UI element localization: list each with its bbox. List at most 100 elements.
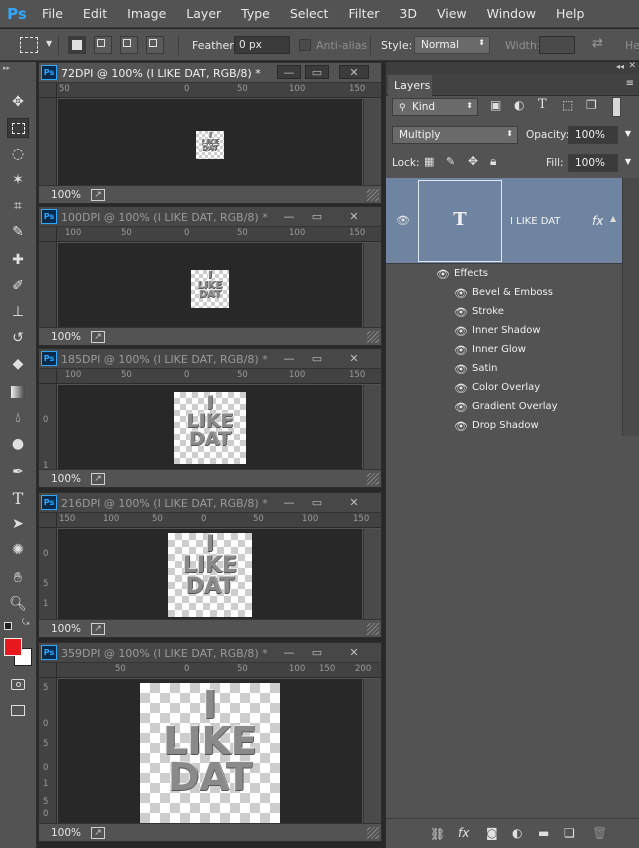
filter-toggle-switch[interactable] [612, 97, 621, 117]
horizontal-ruler[interactable]: 100 50 0 50 100 150 [57, 227, 381, 242]
vertical-scrollbar[interactable] [363, 99, 381, 185]
quick-mask-icon[interactable] [7, 674, 29, 694]
type-filter-icon[interactable]: T [538, 97, 547, 112]
document-titlebar[interactable]: Ps 100DPI @ 100% (I LIKE DAT, RGB/8) * —… [39, 207, 381, 227]
maximize-icon[interactable]: ▭ [305, 209, 329, 223]
vertical-ruler[interactable] [39, 227, 57, 329]
style-select[interactable]: Normal ⬍ [414, 36, 490, 54]
maximize-icon[interactable]: ▭ [305, 351, 329, 365]
fx-icon[interactable]: fx [592, 214, 603, 228]
share-icon[interactable]: ↗ [91, 473, 105, 485]
custom-shape-tool-icon[interactable]: ✺ [7, 540, 29, 560]
intersect-selection-button[interactable] [146, 36, 164, 54]
default-colors-icon[interactable] [4, 622, 12, 630]
effect-row[interactable]: 👁︎ Inner Shadow [386, 322, 622, 341]
menu-file[interactable]: File [32, 6, 73, 21]
clone-stamp-tool-icon[interactable]: ⊥ [7, 302, 29, 322]
link-layers-icon[interactable]: ⛓ [430, 827, 445, 841]
menu-help[interactable]: Help [546, 6, 595, 21]
marquee-tool-icon[interactable] [7, 118, 29, 138]
document-titlebar[interactable]: Ps 359DPI @ 100% (I LIKE DAT, RGB/8) * —… [39, 643, 381, 663]
canvas[interactable]: I LIKE DAT [58, 529, 362, 619]
move-tool-icon[interactable]: ✥ [7, 92, 29, 112]
new-layer-icon[interactable]: ❏ [564, 826, 575, 840]
minimize-icon[interactable]: — [277, 645, 301, 659]
vertical-ruler[interactable]: 0 1 [39, 369, 57, 471]
add-style-icon[interactable]: fx [458, 826, 469, 840]
tab-layers[interactable]: Layers [388, 75, 432, 96]
marquee-preset-icon[interactable] [20, 37, 38, 53]
horizontal-ruler[interactable]: 100 50 0 50 100 150 [57, 369, 381, 384]
document-titlebar[interactable]: Ps 216DPI @ 100% (I LIKE DAT, RGB/8) * —… [39, 493, 381, 513]
chevron-down-icon[interactable]: ▼ [46, 39, 52, 48]
effect-row[interactable]: 👁︎ Gradient Overlay [386, 398, 622, 417]
share-icon[interactable]: ↗ [91, 623, 105, 635]
menu-layer[interactable]: Layer [176, 6, 231, 21]
effect-row[interactable]: 👁︎ Satin [386, 360, 622, 379]
swap-colors-icon[interactable]: ⤿ [22, 618, 30, 628]
brush-tool-icon[interactable]: ✐ [7, 276, 29, 296]
resize-grip-icon[interactable] [367, 827, 379, 839]
blend-mode-select[interactable]: Multiply ⬍ [392, 126, 518, 144]
crop-tool-icon[interactable]: ⌗ [7, 196, 29, 216]
panel-close-icon[interactable]: ✕ [628, 61, 636, 71]
share-icon[interactable]: ↗ [91, 331, 105, 343]
document-window-216dpi[interactable]: Ps 216DPI @ 100% (I LIKE DAT, RGB/8) * —… [38, 492, 382, 638]
maximize-icon[interactable]: ▭ [305, 65, 329, 79]
vertical-ruler[interactable]: 5 0 5 0 1 5 0 [39, 663, 57, 825]
document-titlebar[interactable]: Ps 185DPI @ 100% (I LIKE DAT, RGB/8) * —… [39, 349, 381, 369]
close-icon[interactable]: ✕ [339, 209, 369, 223]
layers-scrollbar[interactable] [622, 178, 639, 436]
feather-input[interactable]: 0 px [234, 36, 290, 54]
minimize-icon[interactable]: — [277, 351, 301, 365]
minimize-icon[interactable]: — [277, 495, 301, 509]
canvas[interactable]: I LIKE DAT [58, 385, 362, 469]
menu-type[interactable]: Type [231, 6, 280, 21]
menu-view[interactable]: View [427, 6, 477, 21]
menu-edit[interactable]: Edit [73, 6, 117, 21]
add-selection-button[interactable] [94, 36, 112, 54]
add-mask-icon[interactable]: ◙ [486, 826, 498, 840]
menu-window[interactable]: Window [477, 6, 546, 21]
visibility-eye-icon[interactable]: 👁︎ [454, 382, 468, 395]
visibility-eye-icon[interactable]: 👁︎ [454, 344, 468, 357]
adjustment-filter-icon[interactable]: ◐ [514, 98, 524, 112]
visibility-eye-icon[interactable]: 👁︎ [454, 401, 468, 414]
layer-row-selected[interactable]: 👁︎ T I LIKE DAT fx ▲ [386, 178, 622, 264]
effect-row[interactable]: 👁︎ Color Overlay [386, 379, 622, 398]
zoom-level[interactable]: 100% [51, 331, 81, 343]
eyedropper-tool-icon[interactable]: ✎ [7, 222, 29, 242]
adjustment-layer-icon[interactable]: ◐ [512, 826, 522, 840]
pen-tool-icon[interactable]: ✒ [7, 462, 29, 482]
resize-grip-icon[interactable] [367, 189, 379, 201]
resize-grip-icon[interactable] [367, 331, 379, 343]
menu-filter[interactable]: Filter [338, 6, 389, 21]
zoom-level[interactable]: 100% [51, 827, 81, 839]
zoom-tool-icon[interactable]: 🔍︎ [7, 594, 29, 614]
share-icon[interactable]: ↗ [91, 827, 105, 839]
maximize-icon[interactable]: ▭ [305, 495, 329, 509]
effect-row[interactable]: 👁︎ Drop Shadow [386, 417, 622, 436]
eraser-tool-icon[interactable]: ◆ [7, 354, 29, 374]
menu-image[interactable]: Image [117, 6, 176, 21]
visibility-eye-icon[interactable]: 👁︎ [436, 268, 450, 281]
visibility-eye-icon[interactable]: 👁︎ [454, 287, 468, 300]
chevron-down-icon[interactable]: ▼ [625, 157, 631, 166]
vertical-scrollbar[interactable] [363, 529, 381, 619]
document-window-100dpi[interactable]: Ps 100DPI @ 100% (I LIKE DAT, RGB/8) * —… [38, 206, 382, 346]
vertical-ruler[interactable] [39, 83, 57, 185]
horizontal-ruler[interactable]: 50 0 50 100 150 200 [57, 663, 381, 678]
vertical-ruler[interactable]: 0 5 1 [39, 513, 57, 621]
swap-icon[interactable]: ⇄ [592, 36, 603, 51]
canvas[interactable]: I LIKE DAT [58, 99, 362, 185]
visibility-eye-icon[interactable]: 👁︎ [454, 420, 468, 433]
magic-wand-tool-icon[interactable]: ✶ [7, 170, 29, 190]
horizontal-ruler[interactable]: 50 0 50 100 150 [57, 83, 381, 98]
healing-brush-tool-icon[interactable]: ✚ [7, 250, 29, 270]
resize-grip-icon[interactable] [367, 623, 379, 635]
menu-select[interactable]: Select [280, 6, 339, 21]
new-group-icon[interactable]: ▬ [538, 826, 549, 840]
document-window-359dpi[interactable]: Ps 359DPI @ 100% (I LIKE DAT, RGB/8) * —… [38, 642, 382, 842]
lock-pixels-icon[interactable]: ✎ [446, 155, 455, 168]
effect-row[interactable]: 👁︎ Inner Glow [386, 341, 622, 360]
